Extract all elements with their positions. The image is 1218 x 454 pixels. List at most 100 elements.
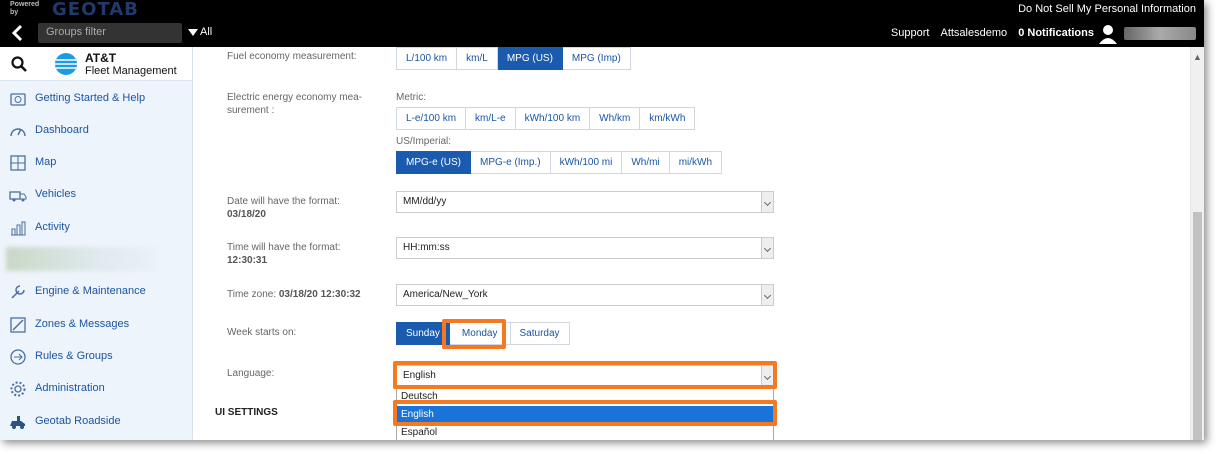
gear-icon	[10, 381, 26, 397]
chevron-down-icon	[761, 238, 773, 258]
imperial-options: MPG-e (US) MPG-e (Imp.) kWh/100 mi Wh/mi…	[396, 151, 723, 174]
metric-option-le100km[interactable]: L-e/100 km	[396, 107, 467, 130]
sidebar-item-map[interactable]: Map	[0, 147, 193, 177]
wrench-icon	[11, 285, 25, 299]
week-option-saturday[interactable]: Saturday	[510, 322, 570, 345]
language-select-highlight	[393, 361, 777, 389]
sidebar-item-zones-messages[interactable]: Zones & Messages	[0, 309, 193, 339]
time-zone-label: Time zone: 03/18/20 12:30:32	[227, 288, 361, 301]
time-format-example: 12:30:31	[227, 255, 268, 266]
chevron-down-icon	[761, 285, 773, 305]
time-zone-value: America/New_York	[403, 289, 488, 300]
sidebar-item-label: Administration	[35, 382, 105, 394]
support-link[interactable]: Support	[891, 27, 930, 39]
settings-panel: Fuel economy measurement: L/100 km km/L …	[193, 47, 1204, 440]
imperial-option-mikwh[interactable]: mi/kWh	[669, 151, 723, 174]
truck-icon	[9, 191, 27, 202]
metric-option-kmkwh[interactable]: km/kWh	[640, 107, 696, 130]
user-name-redacted	[1124, 27, 1196, 40]
sidebar-item-getting-started[interactable]: Getting Started & Help	[0, 83, 193, 113]
sidebar-item-label: Vehicles	[35, 188, 76, 200]
sidebar-item-geotab-roadside[interactable]: Geotab Roadside	[0, 406, 193, 436]
sidebar-item-label: Map	[35, 156, 57, 168]
back-arrow-icon[interactable]	[10, 24, 26, 42]
help-box-icon	[10, 93, 26, 106]
all-groups-dropdown[interactable]: All	[188, 26, 212, 38]
sidebar-item-label: Engine & Maintenance	[35, 285, 146, 297]
metric-option-kmle[interactable]: km/L-e	[466, 107, 516, 130]
date-format-label: Date will have the format: 03/18/20	[227, 195, 340, 221]
fuel-economy-label: Fuel economy measurement:	[227, 51, 357, 62]
time-format-text: Time will have the format:	[227, 242, 341, 253]
powered-by-text: Powered by	[10, 1, 40, 16]
sidebar-item-label: Rules & Groups	[35, 350, 113, 362]
powered-by-bar: Powered by GEOTAB Do Not Sell My Persona…	[0, 0, 1204, 20]
att-globe-icon	[55, 53, 77, 75]
sidebar-item-vehicles[interactable]: Vehicles	[0, 179, 193, 209]
att-logo-subtitle: Fleet Management	[85, 65, 177, 77]
time-format-label: Time will have the format: 12:30:31	[227, 241, 341, 267]
time-format-select[interactable]: HH:mm:ss	[396, 237, 774, 259]
sidebar-item-label: Dashboard	[35, 124, 89, 136]
top-links: Support Attsalesdemo 0 Notifications	[883, 27, 1094, 39]
sidebar-item-activity[interactable]: Activity	[0, 212, 193, 242]
zones-icon	[10, 317, 26, 333]
time-zone-example: 03/18/20 12:30:32	[278, 289, 361, 300]
fuel-option-mpg-imp[interactable]: MPG (Imp)	[562, 47, 631, 70]
imperial-option-mpge-imp[interactable]: MPG-e (Imp.)	[471, 151, 551, 174]
att-logo-title: AT&T	[85, 51, 117, 65]
sidebar: AT&T Fleet Management Getting Started & …	[0, 47, 193, 440]
sidebar-item-label: Getting Started & Help	[35, 92, 146, 104]
date-format-value: MM/dd/yy	[403, 196, 447, 207]
do-not-sell-link[interactable]: Do Not Sell My Personal Information	[1018, 3, 1196, 15]
time-zone-text: Time zone:	[227, 289, 277, 300]
time-zone-select[interactable]: America/New_York	[396, 284, 774, 306]
fuel-option-l100km[interactable]: L/100 km	[396, 47, 458, 70]
electric-economy-label: Electric energy economy mea- surement :	[227, 92, 363, 116]
caret-down-icon	[188, 28, 198, 36]
redacted-menu-item	[6, 247, 156, 271]
sidebar-item-administration[interactable]: Administration	[0, 373, 193, 403]
vertical-scrollbar[interactable]: ▲	[1190, 47, 1204, 440]
english-option-highlight	[393, 400, 777, 426]
ui-settings-heading: UI SETTINGS	[215, 407, 278, 418]
scrollbar-thumb[interactable]	[1193, 212, 1202, 440]
sidebar-item-engine-maintenance[interactable]: Engine & Maintenance	[0, 276, 193, 306]
sidebar-item-label: Activity	[35, 221, 70, 233]
monday-highlight	[442, 319, 506, 349]
time-format-value: HH:mm:ss	[403, 242, 450, 253]
chart-icon	[11, 221, 26, 236]
date-format-select[interactable]: MM/dd/yy	[396, 191, 774, 213]
language-label: Language:	[227, 368, 275, 379]
fuel-option-mpg-us[interactable]: MPG (US)	[497, 47, 563, 70]
metric-option-whkm[interactable]: Wh/km	[590, 107, 641, 130]
sidebar-item-dashboard[interactable]: Dashboard	[0, 115, 193, 145]
geotab-logo: GEOTAB	[52, 0, 139, 20]
fuel-economy-options: L/100 km km/L MPG (US) MPG (Imp)	[396, 47, 631, 70]
imperial-option-whmi[interactable]: Wh/mi	[622, 151, 670, 174]
user-menu[interactable]: Attsalesdemo	[940, 27, 1007, 39]
metric-options: L-e/100 km km/L-e kWh/100 km Wh/km km/kW…	[396, 107, 696, 130]
language-option-espanol[interactable]: Español	[397, 424, 773, 440]
search-icon[interactable]	[11, 56, 27, 72]
us-imperial-label: US/Imperial:	[396, 136, 452, 147]
top-nav: Groups filter All Support Attsalesdemo 0…	[0, 20, 1204, 47]
roadside-icon	[10, 416, 25, 429]
user-icon[interactable]	[1098, 24, 1118, 44]
chevron-down-icon	[761, 192, 773, 212]
imperial-option-kwh100mi[interactable]: kWh/100 mi	[550, 151, 623, 174]
date-format-example: 03/18/20	[227, 209, 266, 220]
scroll-up-icon[interactable]: ▲	[1193, 52, 1202, 62]
map-icon	[10, 155, 26, 171]
date-format-text: Date will have the format:	[227, 196, 340, 207]
notifications-link[interactable]: 0 Notifications	[1018, 27, 1094, 39]
fuel-option-kml[interactable]: km/L	[457, 47, 498, 70]
rules-icon	[10, 349, 26, 365]
all-label: All	[200, 26, 213, 38]
sidebar-item-label: Geotab Roadside	[35, 415, 121, 427]
imperial-option-mpge-us[interactable]: MPG-e (US)	[396, 151, 471, 174]
metric-option-kwh100km[interactable]: kWh/100 km	[515, 107, 591, 130]
groups-filter-input[interactable]: Groups filter	[38, 23, 182, 43]
week-start-label: Week starts on:	[227, 327, 297, 338]
sidebar-item-rules-groups[interactable]: Rules & Groups	[0, 341, 193, 371]
